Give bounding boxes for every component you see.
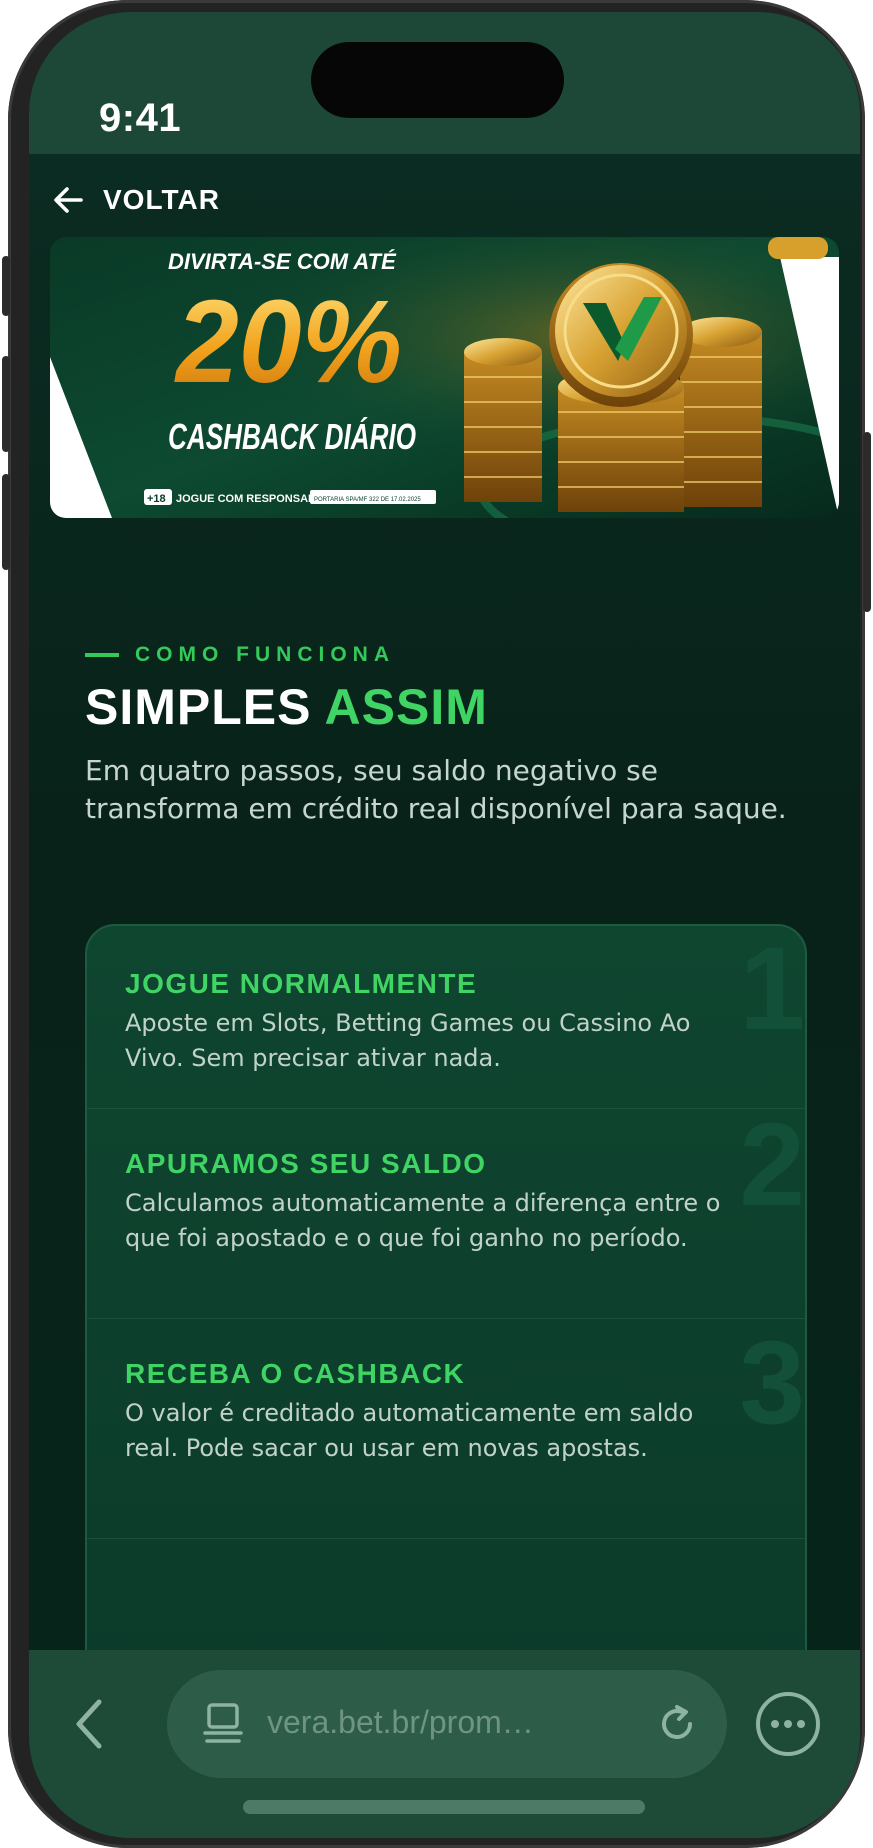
banner-headline: CASHBACK DIÁRIO (168, 416, 416, 457)
step-title: JOGUE NORMALMENTE (125, 968, 478, 999)
more-ellipsis-icon[interactable] (754, 1690, 822, 1758)
dynamic-island (311, 42, 564, 118)
step-title: RECEBA O CASHBACK (125, 1358, 466, 1389)
volume-down-button (2, 474, 10, 570)
step-number: 1 (739, 924, 805, 1055)
banner-kicker: DIVIRTA-SE COM ATÉ (168, 249, 397, 274)
step-item: 2 APURAMOS SEU SALDO Calculamos automati… (87, 1099, 805, 1319)
step-number: 3 (739, 1317, 805, 1449)
logo-coin (549, 263, 693, 407)
step-title: APURAMOS SEU SALDO (125, 1148, 487, 1179)
back-button[interactable]: VOLTAR (51, 178, 220, 222)
step-number: 2 (739, 1099, 805, 1231)
action-button (2, 256, 10, 316)
step-description: Aposte em Slots, Betting Games ou Cassin… (125, 1009, 691, 1072)
url-text: vera.bet.br/prom… (267, 1704, 534, 1740)
back-label: VOLTAR (103, 184, 220, 215)
promo-banner[interactable]: DIVIRTA-SE COM ATÉ 20% CASHBACK DIÁRIO +… (50, 237, 839, 518)
phone-frame: 9:41 VOLTAR DIVIRTA-SE COM ATÉ 20% CASHB… (2, 0, 871, 1848)
promo-page: VOLTAR DIVIRTA-SE COM ATÉ 20% CASHBACK D… (29, 154, 860, 1650)
step-item: 1 JOGUE NORMALMENTE Aposte em Slots, Bet… (87, 926, 805, 1109)
step-item: 3 RECEBA O CASHBACK O valor é creditado … (87, 1318, 805, 1539)
screen: 9:41 VOLTAR DIVIRTA-SE COM ATÉ 20% CASHB… (29, 12, 860, 1838)
coin-stack-right (680, 317, 762, 507)
coin-stack-left (464, 338, 542, 502)
browser-toolbar: vera.bet.br/prom… (29, 1650, 860, 1838)
step-description: O valor é creditado automaticamente em s… (125, 1399, 694, 1462)
heading-accent: ASSIM (324, 679, 488, 735)
section-heading: SIMPLES ASSIM (85, 678, 488, 736)
status-bar: 9:41 (29, 12, 860, 154)
reload-icon[interactable] (657, 1704, 697, 1744)
banner-percent: 20% (174, 276, 402, 408)
section-eyebrow: COMO FUNCIONA (85, 640, 395, 670)
section-intro: Em quatro passos, seu saldo negativo se … (85, 754, 787, 825)
tab-overview-icon[interactable] (203, 1702, 243, 1746)
heading-plain: SIMPLES (85, 679, 312, 735)
eyebrow-line (85, 653, 119, 657)
address-bar[interactable]: vera.bet.br/prom… (167, 1670, 727, 1778)
volume-up-button (2, 356, 10, 452)
banner-age-badge: +18 (147, 493, 166, 505)
steps-card: 1 JOGUE NORMALMENTE Aposte em Slots, Bet… (85, 924, 807, 1650)
chevron-left-icon[interactable] (69, 1696, 109, 1752)
back-arrow-icon (54, 187, 83, 213)
power-button (863, 432, 871, 612)
banner-license: PORTARIA SPA/MF 322 DE 17.02.2025 (314, 497, 421, 503)
status-time: 9:41 (99, 96, 182, 140)
step-description: Calculamos automaticamente a diferença e… (125, 1189, 721, 1252)
eyebrow-text: COMO FUNCIONA (135, 643, 395, 666)
banner-graphic: DIVIRTA-SE COM ATÉ 20% CASHBACK DIÁRIO +… (50, 237, 839, 518)
home-indicator[interactable] (243, 1800, 645, 1814)
